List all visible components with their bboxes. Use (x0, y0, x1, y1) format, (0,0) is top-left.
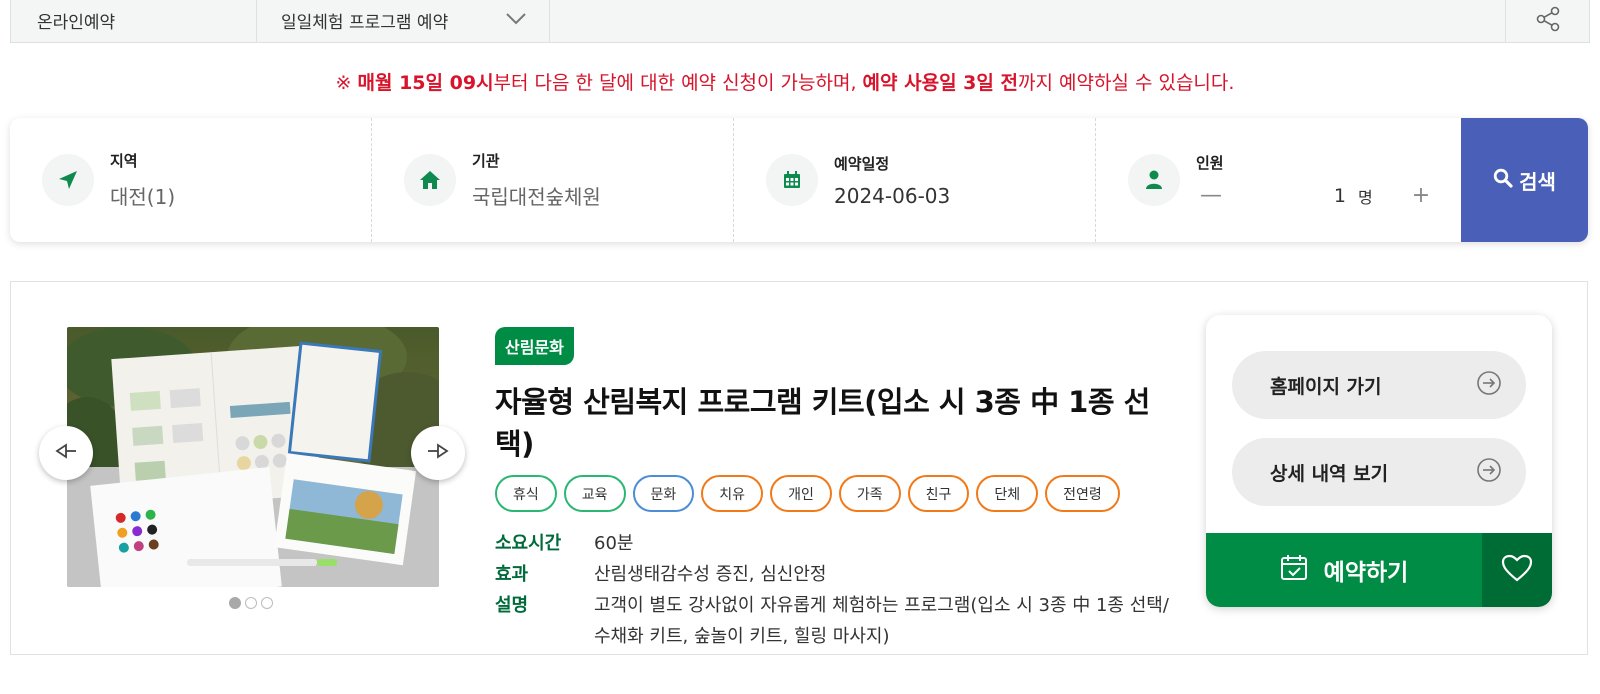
search-button[interactable]: 검색 (1461, 118, 1588, 242)
date-field[interactable]: 예약일정 2024-06-03 (734, 118, 1096, 242)
breadcrumb-home[interactable]: 온라인예약 (11, 0, 257, 42)
calendar-icon (766, 154, 818, 206)
date-label: 예약일정 (834, 154, 890, 173)
tag: 친구 (907, 475, 970, 512)
detail-button-label: 상세 내역 보기 (1270, 462, 1389, 485)
tag: 단체 (976, 475, 1039, 512)
favorite-button[interactable] (1482, 533, 1552, 607)
breadcrumb-program-select[interactable]: 일일체험 프로그램 예약 (257, 0, 550, 42)
tag: 가족 (838, 475, 901, 512)
spec-key: 효과 (495, 564, 529, 585)
home-icon (404, 154, 456, 206)
spec-description: 설명 고객이 별도 강사없이 자유롭게 체험하는 프로그램(입소 시 3종 中 … (495, 590, 1185, 652)
gallery-dots (229, 597, 273, 609)
program-info: 산림문화 자율형 산림복지 프로그램 키트(입소 시 3종 中 1종 선택) 휴… (495, 327, 1185, 652)
action-panel: 홈페이지 가기 상세 내역 보기 예약하기 (1206, 315, 1552, 607)
spec-effect: 효과 산림생태감수성 증진, 심신안정 (495, 559, 1185, 590)
tag: 교육 (563, 475, 626, 512)
region-value: 대전(1) (110, 185, 176, 209)
program-specs: 소요시간 60분 효과 산림생태감수성 증진, 심신안정 설명 고객이 별도 강… (495, 528, 1185, 652)
arrow-left-icon (54, 442, 78, 464)
people-count[interactable]: 1 (1226, 185, 1346, 207)
people-minus-button[interactable]: — (1196, 183, 1226, 208)
arrow-circle-right-icon (1476, 457, 1502, 488)
search-box: 지역 대전(1) 기관 국립대전숲체원 예약일정 2024-06-03 인원 —… (10, 118, 1588, 242)
tag: 치유 (701, 475, 764, 512)
arrow-circle-right-icon (1476, 370, 1502, 401)
notice-text-1: 부터 다음 한 달에 대한 예약 신청이 가능하며, (493, 72, 863, 94)
heart-icon (1501, 554, 1533, 586)
tag: 휴식 (495, 475, 557, 512)
people-plus-button[interactable]: + (1406, 183, 1436, 208)
people-unit: 명 (1358, 187, 1373, 207)
spec-key: 설명 (495, 595, 529, 616)
breadcrumb-bar: 온라인예약 일일체험 프로그램 예약 (10, 0, 1590, 43)
region-field[interactable]: 지역 대전(1) (10, 118, 372, 242)
detail-button[interactable]: 상세 내역 보기 (1232, 438, 1526, 506)
location-arrow-icon (42, 154, 94, 206)
date-value: 2024-06-03 (834, 183, 951, 208)
search-icon (1493, 168, 1513, 193)
gallery-dot[interactable] (229, 597, 241, 609)
tag: 문화 (632, 475, 695, 512)
program-photo (67, 327, 439, 587)
homepage-button-label: 홈페이지 가기 (1270, 375, 1382, 398)
spec-value: 60분 (594, 533, 634, 554)
gallery-prev-button[interactable] (39, 426, 93, 480)
person-icon (1128, 154, 1180, 206)
organization-value: 국립대전숲체원 (472, 185, 601, 209)
gallery-dot[interactable] (245, 597, 257, 609)
spec-value: 고객이 별도 강사없이 자유롭게 체험하는 프로그램(입소 시 3종 中 1종 … (594, 595, 1169, 647)
organization-field[interactable]: 기관 국립대전숲체원 (372, 118, 734, 242)
breadcrumb-selected-label: 일일체험 프로그램 예약 (281, 13, 449, 33)
spec-value: 산림생태감수성 증진, 심신안정 (594, 564, 827, 585)
people-stepper: — 1 명 + (1196, 183, 1436, 208)
region-label: 지역 (110, 152, 138, 170)
notice-open-time: 매월 15일 09시 (357, 72, 494, 94)
search-button-label: 검색 (1519, 169, 1556, 194)
reserve-button[interactable]: 예약하기 (1206, 533, 1482, 607)
homepage-button[interactable]: 홈페이지 가기 (1232, 351, 1526, 419)
spec-duration: 소요시간 60분 (495, 528, 1185, 559)
reservation-notice: ※ 매월 15일 09시부터 다음 한 달에 대한 예약 신청이 가능하며, 예… (0, 68, 1570, 95)
chevron-down-icon (505, 11, 527, 31)
share-button[interactable] (1505, 0, 1589, 42)
notice-prefix: ※ (335, 72, 358, 94)
calendar-check-icon (1280, 553, 1308, 587)
tag: 전연령 (1045, 475, 1120, 512)
program-tags: 휴식 교육 문화 치유 개인 가족 친구 단체 전연령 (495, 475, 1185, 512)
people-field: 인원 — 1 명 + (1096, 118, 1461, 242)
tag: 개인 (770, 475, 832, 512)
notice-text-2: 까지 예약하실 수 있습니다. (1017, 72, 1235, 94)
organization-label: 기관 (472, 152, 500, 170)
notice-deadline: 예약 사용일 3일 전 (862, 72, 1018, 94)
arrow-right-icon (426, 442, 450, 464)
gallery-next-button[interactable] (411, 426, 465, 480)
reserve-button-label: 예약하기 (1323, 560, 1409, 586)
spec-key: 소요시간 (495, 533, 562, 554)
program-title: 자율형 산림복지 프로그램 키트(입소 시 3종 中 1종 선택) (495, 385, 1150, 461)
gallery-dot[interactable] (261, 597, 273, 609)
category-badge: 산림문화 (495, 327, 574, 365)
share-icon (1534, 6, 1562, 36)
program-card: 산림문화 자율형 산림복지 프로그램 키트(입소 시 3종 中 1종 선택) 휴… (10, 281, 1588, 655)
people-label: 인원 (1196, 154, 1224, 172)
